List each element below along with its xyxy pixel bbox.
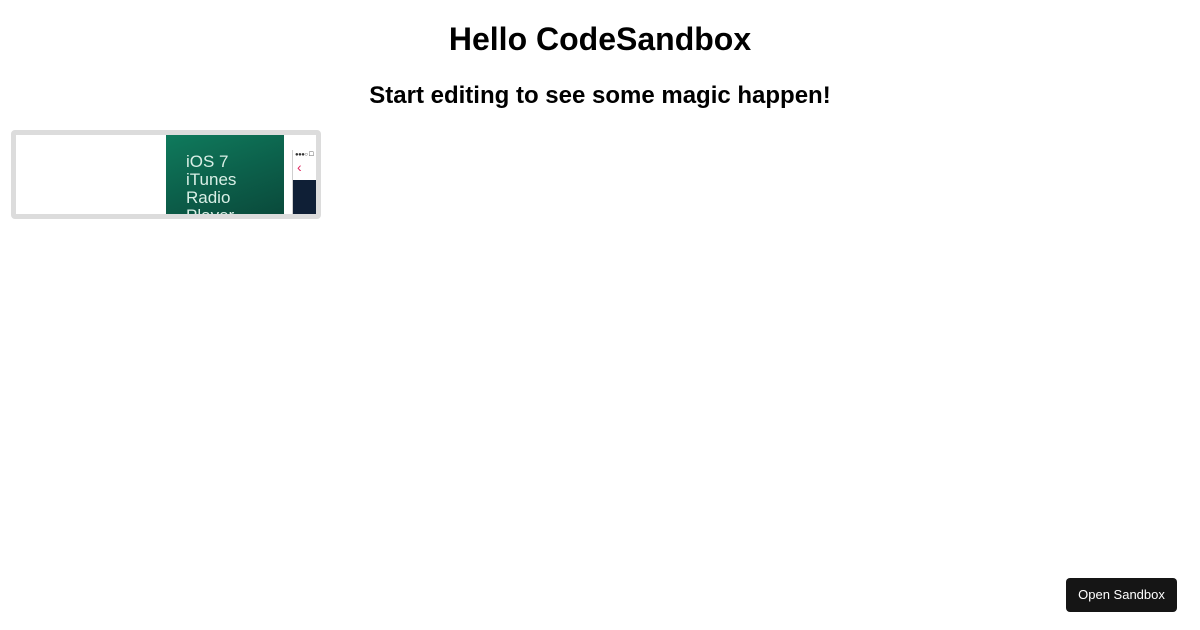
carousel-slide-cover-image: iOS 7 iTunes Radio Player: [166, 135, 284, 214]
carousel-slide-phone-image: ●●●○ ☐ ‹: [292, 150, 316, 214]
carousel-slide-blank: [16, 135, 166, 214]
page-title: Hello CodeSandbox: [448, 21, 752, 57]
phone-dark-panel: [293, 180, 316, 214]
phone-status-bar: ●●●○ ☐: [295, 152, 314, 158]
open-sandbox-button[interactable]: Open Sandbox: [1066, 578, 1177, 612]
page: Hello CodeSandbox Start editing to see s…: [0, 0, 1200, 630]
chevron-left-icon: ‹: [297, 159, 302, 175]
image-carousel[interactable]: iOS 7 iTunes Radio Player ●●●○ ☐ ‹: [11, 130, 321, 219]
cover-image-text: iOS 7 iTunes Radio Player: [186, 152, 237, 215]
page-subtitle: Start editing to see some magic happen!: [369, 82, 831, 109]
